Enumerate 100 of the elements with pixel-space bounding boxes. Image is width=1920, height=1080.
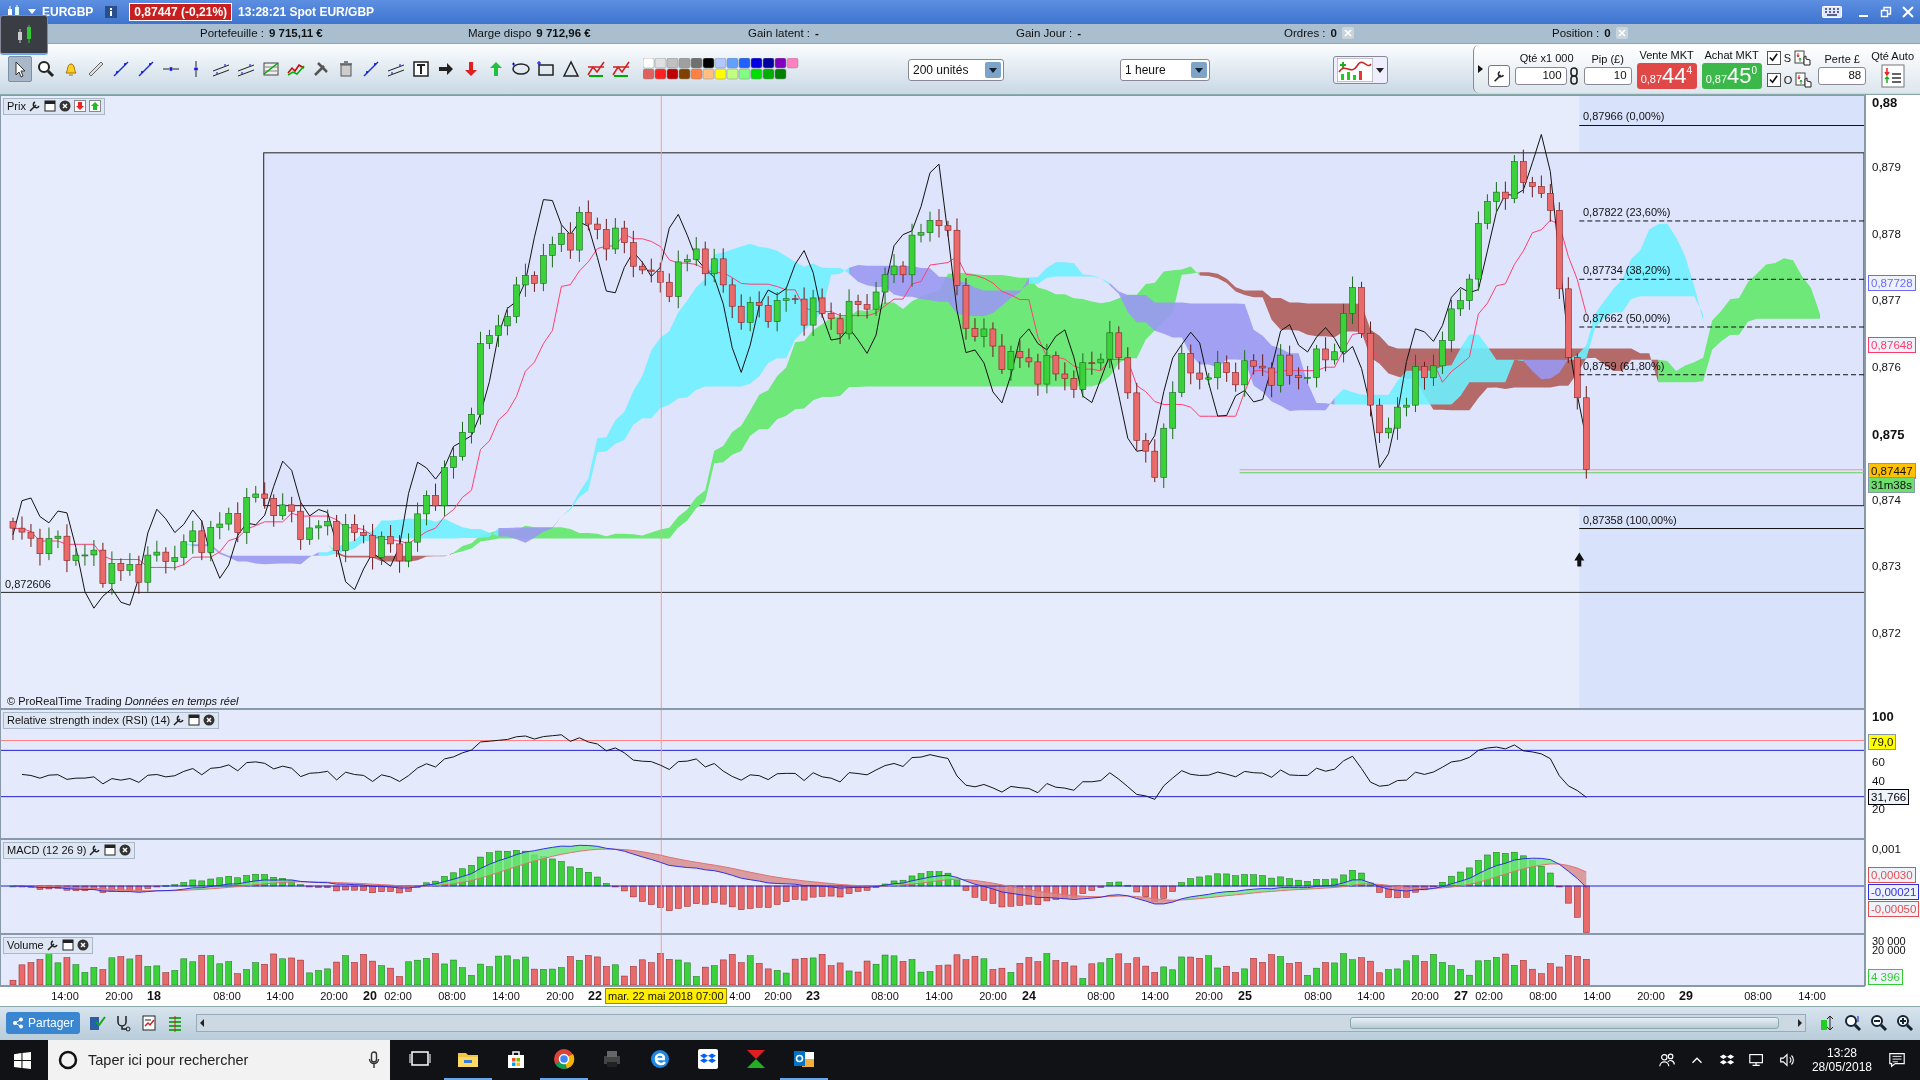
quantity-field[interactable]: 100 [1514, 66, 1567, 85]
window-icon[interactable] [43, 100, 56, 113]
up-arrow-icon[interactable] [88, 100, 101, 113]
close-icon[interactable] [76, 939, 89, 952]
auto-scale-icon[interactable] [1818, 1014, 1836, 1033]
collapse-arrow-icon[interactable] [1477, 64, 1483, 73]
pointer-icon[interactable] [8, 55, 32, 82]
time-label: 14:00 [1798, 989, 1826, 1002]
value-tag: 31,766 [1868, 788, 1910, 805]
account-label: Gain latent : [748, 27, 810, 40]
chart-report-icon[interactable] [140, 1014, 159, 1033]
checkbox[interactable] [1766, 72, 1781, 87]
time-label: 20:00 [979, 989, 1007, 1002]
credit-text: © ProRealTime Trading Données en temps réel [7, 694, 239, 707]
axis-label: 0,001 [1872, 842, 1901, 855]
clock-time[interactable]: 13:28 [1826, 1046, 1857, 1060]
time-label: 08:00 [871, 989, 899, 1002]
wrench-icon[interactable] [173, 714, 186, 727]
value-tag: -0,00021 [1868, 883, 1920, 900]
value-tag: 4 396 [1868, 968, 1903, 985]
time-label: 14:00 [266, 989, 294, 1002]
time-label: 24 [1022, 988, 1036, 1003]
period-dropdown[interactable]: 1 heure [1120, 59, 1210, 82]
zoom-in-icon[interactable] [1896, 1014, 1914, 1033]
cursor-tooltip: mar. 22 mai 2018 07:00 [605, 987, 727, 1004]
time-label: 23 [806, 988, 820, 1003]
wrench-icon[interactable] [89, 844, 102, 857]
fibonacci-label: 0,87358 (100,00%) [1583, 514, 1677, 527]
time-label: 20:00 [1411, 989, 1439, 1002]
share-button[interactable]: Partager [6, 1012, 81, 1035]
price-marker-label: 0,872606 [5, 577, 51, 590]
time-label: 25 [1238, 988, 1252, 1003]
info-icon[interactable] [105, 5, 118, 18]
account-label: Position : [1552, 27, 1600, 40]
price-badge: 0,87447 (-0,21%) [129, 2, 233, 21]
restore-icon[interactable] [1880, 5, 1892, 18]
sell-label: Vente MKT [1639, 48, 1694, 61]
loss-field[interactable]: 88 [1818, 66, 1867, 85]
wrench-icon[interactable] [46, 939, 59, 952]
close-icon[interactable] [119, 844, 132, 857]
indicator-button[interactable] [1333, 56, 1388, 85]
axis-label: 0,878 [1872, 227, 1901, 240]
zoom-out-icon[interactable] [1870, 1014, 1888, 1033]
book-check-icon[interactable] [88, 1014, 107, 1033]
time-label: 14:00 [1141, 989, 1169, 1002]
clock-date[interactable]: 28/05/2018 [1811, 1060, 1872, 1074]
wrench-icon[interactable] [28, 100, 41, 113]
axis-label: 0,872 [1872, 626, 1901, 639]
symbol-label[interactable]: EURGBP [42, 4, 94, 19]
hand-pointer-icon[interactable] [1795, 70, 1814, 89]
chain-link-icon[interactable] [1568, 65, 1579, 86]
panel-title: MACD (12 26 9) [7, 844, 87, 857]
speaker-icon[interactable] [1777, 1051, 1796, 1069]
pip-label: Pip (£) [1591, 52, 1624, 65]
time-label: 14:00 [1357, 989, 1385, 1002]
circle-icon [58, 1050, 78, 1070]
notifications-icon[interactable] [1888, 1051, 1906, 1069]
scrollbar[interactable] [196, 1014, 1806, 1033]
color-palette[interactable] [643, 57, 799, 80]
down-arrow-icon[interactable] [73, 100, 86, 113]
window-icon[interactable] [104, 844, 117, 857]
account-value: 0 [1330, 27, 1337, 40]
close-icon[interactable] [58, 100, 71, 113]
checkbox[interactable] [1766, 50, 1781, 65]
search-field[interactable]: Taper ici pour rechercher [48, 1040, 390, 1080]
windows-logo-icon[interactable] [14, 1051, 31, 1069]
time-label: 14:00 [51, 989, 79, 1002]
time-label: 02:00 [384, 989, 412, 1002]
candlestick-icon[interactable] [0, 15, 48, 55]
time-label: 4:00 [729, 989, 751, 1002]
window-icon[interactable] [188, 714, 201, 727]
settings-button[interactable] [1487, 64, 1510, 87]
zoom-fit-icon[interactable] [1844, 1014, 1862, 1033]
quantity-dropdown[interactable]: 200 unités [908, 59, 1004, 82]
close-icon[interactable] [203, 714, 216, 727]
axis-label: 100 [1872, 708, 1894, 724]
network-icon[interactable] [1747, 1051, 1766, 1069]
loss-label: Perte £ [1824, 52, 1860, 65]
stethoscope-icon[interactable] [114, 1014, 133, 1033]
hand-pointer-icon[interactable] [1793, 48, 1812, 67]
microphone-icon[interactable] [368, 1051, 380, 1069]
account-value: - [815, 27, 819, 40]
time-label: 08:00 [1744, 989, 1772, 1002]
axis-label: 60 [1872, 755, 1885, 768]
axis-label: 0,877 [1872, 294, 1901, 307]
pip-field[interactable]: 10 [1583, 66, 1632, 85]
people-icon[interactable] [1657, 1051, 1676, 1069]
account-label: Marge dispo [468, 27, 532, 40]
price-tag: 0,87447 [1868, 462, 1916, 479]
account-value: 9 712,96 € [536, 27, 591, 40]
axis-label: 0,88 [1872, 94, 1898, 110]
account-label: Gain Jour : [1016, 27, 1073, 40]
time-label: 08:00 [213, 989, 241, 1002]
axis-label: 40 [1872, 774, 1885, 787]
window-icon[interactable] [61, 939, 74, 952]
panel-title: Prix [7, 100, 26, 113]
auto-quantity-icon[interactable] [1880, 63, 1905, 88]
keyboard-icon[interactable] [1822, 5, 1842, 18]
time-label: 18 [147, 988, 161, 1003]
caret-icon [1376, 67, 1384, 73]
